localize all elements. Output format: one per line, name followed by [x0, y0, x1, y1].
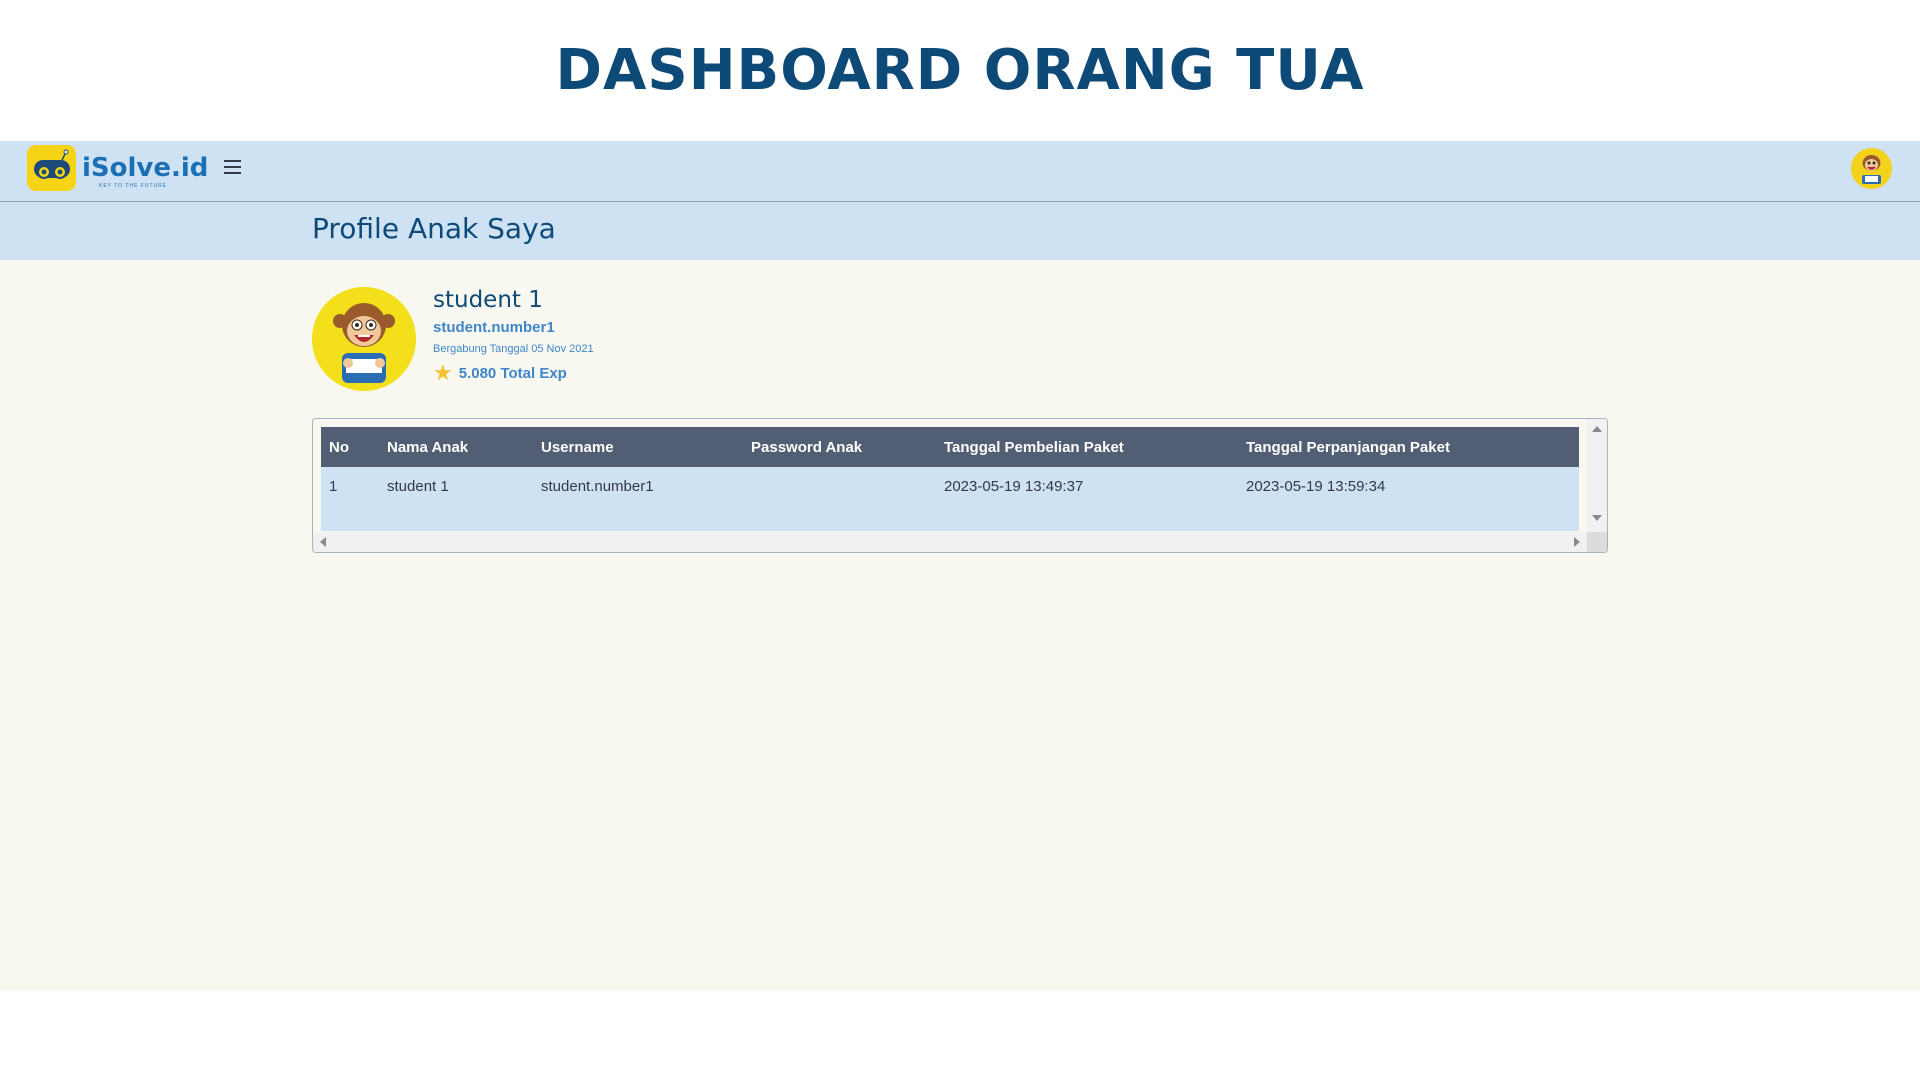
child-name: student 1 [433, 287, 543, 313]
children-table-container: No Nama Anak Username Password Anak Tang… [312, 418, 1608, 553]
column-header-username: Username [541, 438, 614, 456]
column-header-tanggal-pembelian: Tanggal Pembelian Paket [944, 438, 1124, 456]
main-content: student 1 student.number1 Bergabung Tang… [0, 260, 1920, 991]
logo-robot-icon [27, 145, 76, 191]
page-header: Profile Anak Saya [0, 202, 1920, 260]
table-empty-row [321, 507, 1579, 531]
column-header-nama-anak: Nama Anak [387, 438, 469, 456]
top-navbar: iSolve.id KEY TO THE FUTURE [0, 141, 1920, 202]
total-exp-label: 5.080 Total Exp [458, 364, 567, 382]
table-row[interactable]: 1 student 1 student.number1 2023-05-19 1… [321, 467, 1579, 507]
horizontal-scrollbar[interactable] [313, 532, 1587, 552]
column-header-no: No [329, 438, 349, 456]
column-header-password-anak: Password Anak [751, 438, 863, 456]
cell-username: student.number1 [541, 478, 654, 496]
scroll-left-icon[interactable] [320, 537, 326, 547]
isolve-logo[interactable]: iSolve.id KEY TO THE FUTURE [27, 145, 208, 191]
child-join-date: Bergabung Tanggal 05 Nov 2021 [433, 343, 594, 355]
cell-no: 1 [329, 478, 338, 496]
hamburger-icon[interactable] [224, 160, 244, 180]
cell-nama-anak: student 1 [387, 478, 449, 496]
child-total-exp: ★ 5.080 Total Exp [433, 362, 567, 384]
scrollbar-corner [1587, 532, 1607, 552]
cell-tanggal-perpanjangan: 2023-05-19 13:59:34 [1246, 478, 1386, 496]
scroll-up-icon[interactable] [1592, 426, 1602, 432]
page-title: Profile Anak Saya [312, 212, 556, 245]
logo-text: iSolve.id [82, 153, 209, 183]
cell-password-anak [743, 467, 936, 507]
child-username: student.number1 [433, 319, 555, 336]
slide-title: DASHBOARD ORANG TUA [555, 38, 1365, 103]
children-table: No Nama Anak Username Password Anak Tang… [321, 427, 1579, 508]
user-avatar-icon[interactable] [1851, 148, 1892, 189]
cell-tanggal-pembelian: 2023-05-19 13:49:37 [944, 478, 1084, 496]
table-header-row: No Nama Anak Username Password Anak Tang… [321, 427, 1579, 467]
column-header-tanggal-perpanjangan: Tanggal Perpanjangan Paket [1246, 438, 1450, 456]
star-icon: ★ [433, 360, 453, 385]
logo-tagline: KEY TO THE FUTURE [99, 183, 168, 189]
scroll-down-icon[interactable] [1592, 515, 1602, 521]
child-avatar [312, 287, 416, 391]
scroll-right-icon[interactable] [1574, 537, 1580, 547]
